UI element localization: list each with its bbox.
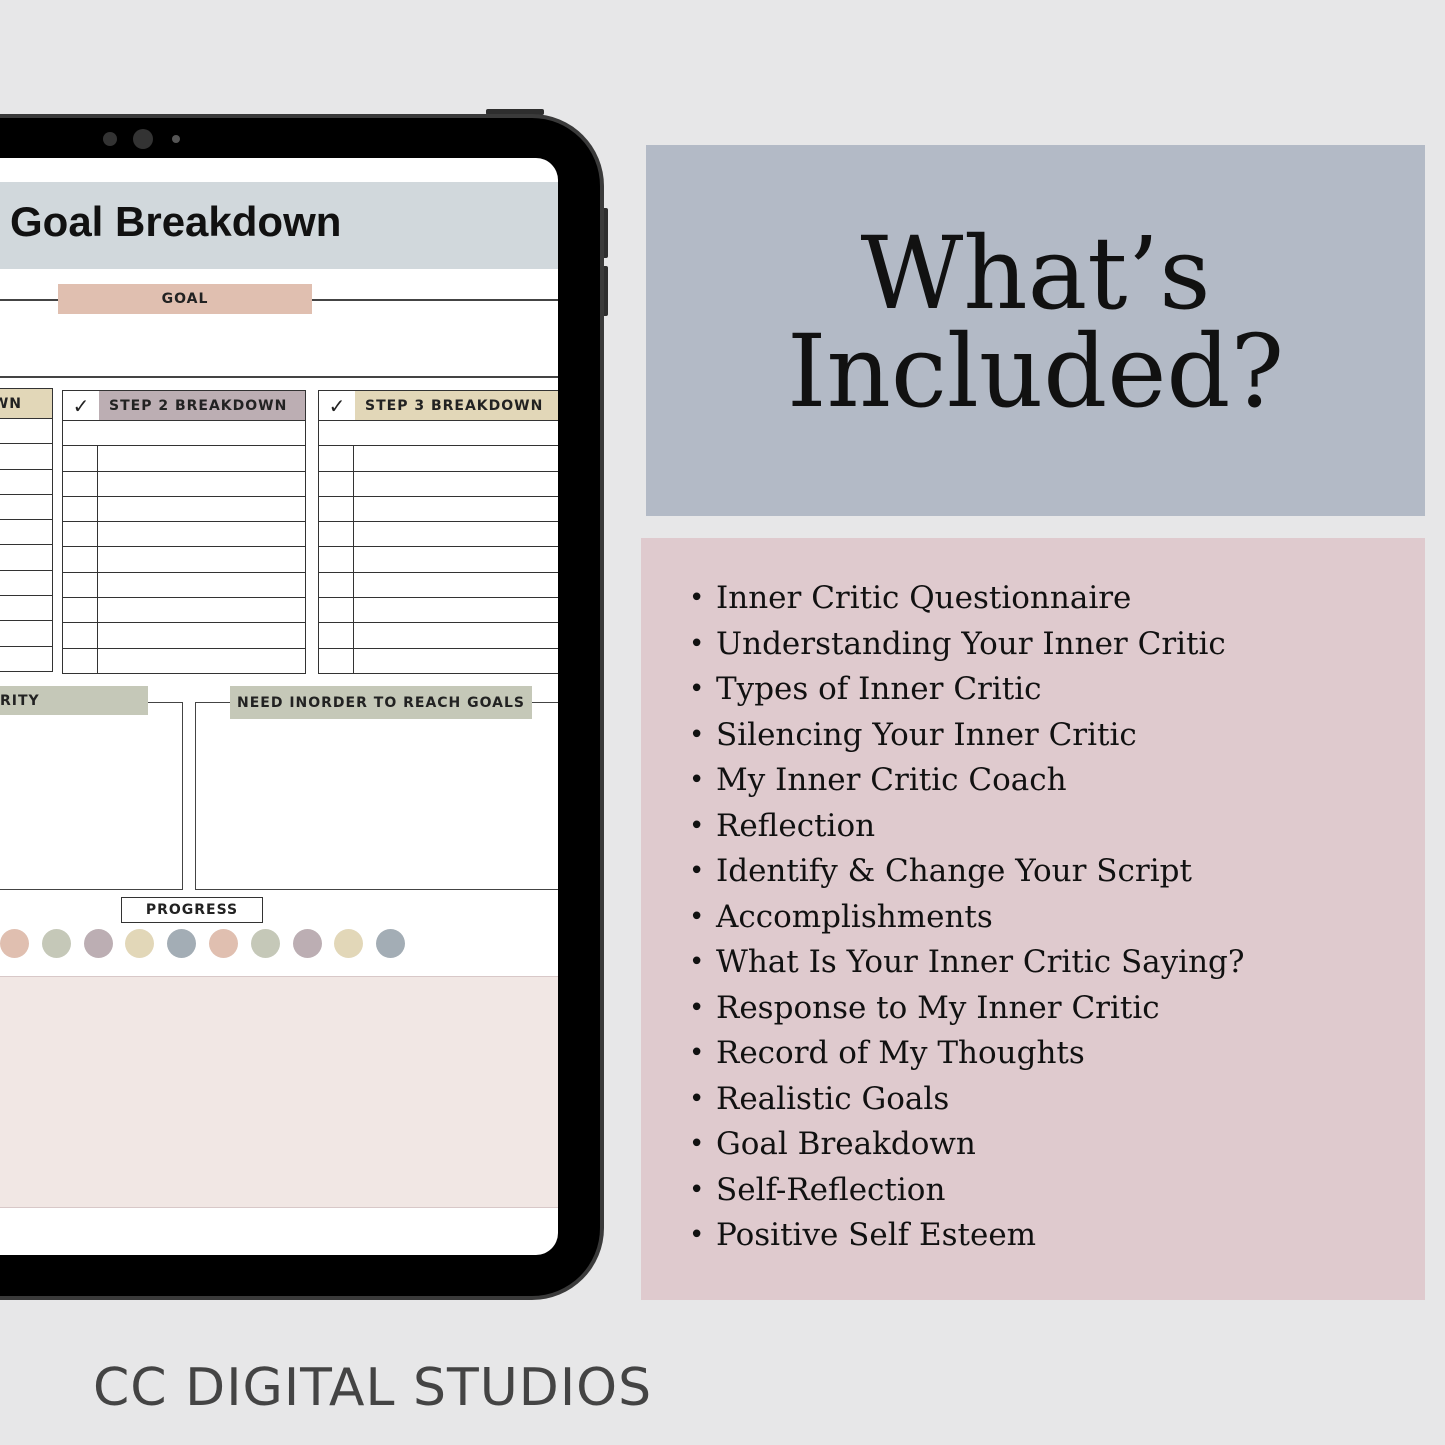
progress-dot[interactable] <box>292 929 322 958</box>
list-item-text: Goal Breakdown <box>716 1126 976 1162</box>
tablet-screen: Goal Breakdown GOAL WN ✓ STEP 2 BREAKDOWN… <box>0 158 558 1255</box>
heading: What’s Included? <box>646 215 1425 430</box>
bullet-icon: • <box>689 856 705 886</box>
list-item-text: What Is Your Inner Critic Saying? <box>716 944 1245 980</box>
bullet-icon: • <box>689 674 705 704</box>
step-2-breakdown[interactable]: ✓ STEP 2 BREAKDOWN <box>62 390 306 674</box>
progress-label: PROGRESS <box>121 897 263 923</box>
bullet-icon: • <box>689 992 705 1023</box>
list-item-text: Reflection <box>716 807 876 844</box>
need-box[interactable] <box>195 702 558 890</box>
bullet-icon: • <box>689 901 705 932</box>
list-item: • Accomplishments <box>689 895 1245 941</box>
need-label: NEED INORDER TO REACH GOALS <box>230 686 532 719</box>
bullet-icon: • <box>689 1129 705 1159</box>
camera-icon <box>133 129 153 149</box>
notes-panel[interactable] <box>0 976 558 1208</box>
included-list: • Inner Critic Questionnaire • Understandin… <box>689 576 1245 1259</box>
list-item-text: Realistic Goals <box>716 1080 950 1117</box>
progress-dot[interactable] <box>209 929 238 958</box>
goal-label: GOAL <box>58 284 312 314</box>
checkmark-icon: ✓ <box>328 393 346 418</box>
list-item-text: Accomplishments <box>716 898 993 935</box>
bullet-icon: • <box>689 947 705 977</box>
bullet-icon: • <box>689 583 705 613</box>
list-item-text: Record of My Thoughts <box>716 1035 1085 1071</box>
list-item: • Response to My Inner Critic <box>689 986 1245 1032</box>
progress-dot[interactable] <box>250 929 280 958</box>
bullet-icon: • <box>689 1174 705 1205</box>
list-item-text: Response to My Inner Critic <box>716 989 1160 1026</box>
camera-icon <box>103 132 117 146</box>
brand-footer: CC DIGITAL STUDIOS <box>93 1358 653 1418</box>
list-item: • Realistic Goals <box>689 1077 1245 1123</box>
bullet-icon: • <box>689 765 705 795</box>
step-1-label: WN <box>0 395 22 412</box>
list-item: • My Inner Critic Coach <box>689 758 1245 804</box>
list-item-text: My Inner Critic Coach <box>716 762 1067 798</box>
progress-dot[interactable] <box>334 929 364 958</box>
list-item-text: Types of Inner Critic <box>716 671 1042 707</box>
step-3-label: STEP 3 BREAKDOWN <box>355 391 558 420</box>
list-item: • Types of Inner Critic <box>689 667 1245 713</box>
bullet-icon: • <box>689 1220 705 1250</box>
priority-box[interactable] <box>0 702 183 890</box>
progress-dot[interactable] <box>167 929 197 958</box>
goal-bottom-line <box>0 376 558 378</box>
priority-label: RITY <box>0 686 148 715</box>
list-item: • Silencing Your Inner Critic <box>689 713 1245 759</box>
bullet-icon: • <box>689 1038 705 1068</box>
progress-dot[interactable] <box>125 929 155 958</box>
heading-line-1: What’s <box>860 215 1211 332</box>
list-item-text: Positive Self Esteem <box>716 1217 1037 1253</box>
list-item-text: Identify & Change Your Script <box>716 853 1192 889</box>
bullet-icon: • <box>689 1083 705 1114</box>
step-2-label: STEP 2 BREAKDOWN <box>99 391 305 420</box>
list-item: • Inner Critic Questionnaire <box>689 576 1245 622</box>
list-item: • Self-Reflection <box>689 1168 1245 1214</box>
step-3-breakdown[interactable]: ✓ STEP 3 BREAKDOWN <box>318 390 558 674</box>
step-1-breakdown[interactable]: WN <box>0 388 53 672</box>
progress-dot[interactable] <box>376 929 406 958</box>
progress-dot[interactable] <box>83 929 113 958</box>
list-item: • Identify & Change Your Script <box>689 849 1245 895</box>
list-item-text: Silencing Your Inner Critic <box>716 716 1137 753</box>
heading-box: What’s Included? <box>646 145 1425 516</box>
list-item: • Goal Breakdown <box>689 1122 1245 1168</box>
page-title: Goal Breakdown <box>10 198 342 245</box>
list-item: • Positive Self Esteem <box>689 1213 1245 1259</box>
list-item: • Record of My Thoughts <box>689 1031 1245 1077</box>
heading-line-2: Included? <box>786 313 1285 430</box>
list-item-text: Understanding Your Inner Critic <box>716 625 1226 662</box>
list-item-text: Inner Critic Questionnaire <box>716 580 1132 616</box>
list-item-text: Self-Reflection <box>716 1171 946 1208</box>
list-item: • What Is Your Inner Critic Saying? <box>689 940 1245 986</box>
included-list-box: • Inner Critic Questionnaire • Understandin… <box>641 538 1425 1300</box>
bullet-icon: • <box>689 719 705 750</box>
sensor-icon <box>172 135 180 143</box>
bullet-icon: • <box>689 810 705 841</box>
list-item: • Reflection <box>689 804 1245 850</box>
checkmark-icon: ✓ <box>72 393 90 418</box>
list-item: • Understanding Your Inner Critic <box>689 622 1245 668</box>
bullet-icon: • <box>689 628 705 659</box>
progress-dot[interactable] <box>0 929 29 958</box>
progress-dot[interactable] <box>41 929 71 958</box>
